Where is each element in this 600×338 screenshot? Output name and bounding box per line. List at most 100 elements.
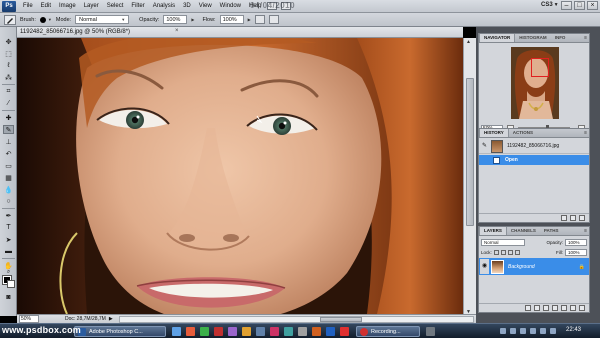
menu-layer[interactable]: Layer [80,3,103,9]
taskbar-recording[interactable]: Recording... [356,326,420,337]
menu-edit[interactable]: Edit [37,3,55,9]
menu-file[interactable]: File [19,3,37,9]
menu-analysis[interactable]: Analysis [149,3,179,9]
minimize-button[interactable]: – [561,1,572,10]
tray-icon[interactable] [540,328,546,334]
tab-layers[interactable]: Layers [479,227,507,235]
lock-position-icon[interactable] [507,249,513,255]
network-icon[interactable] [500,328,506,334]
vertical-scrollbar[interactable]: ▲ ▼ [463,38,476,316]
maximize-button[interactable]: □ [574,1,585,10]
tab-channels[interactable]: Channels [507,227,540,235]
tool-preset-picker[interactable] [4,14,16,25]
app-icon[interactable] [270,327,279,336]
tab-actions[interactable]: Actions [509,129,537,137]
taskbar-photoshop[interactable]: Adobe Photoshop C... [74,326,166,337]
lock-all-icon[interactable] [514,249,520,255]
app-icon[interactable] [312,327,321,336]
fill-field[interactable]: 100% [565,248,587,256]
eyedropper-tool-icon[interactable]: ⁄ [3,99,14,108]
lock-pixels-icon[interactable] [500,249,506,255]
tab-paths[interactable]: Paths [540,227,563,235]
chevron-down-icon[interactable]: ▼ [48,17,52,22]
history-brush-tool-icon[interactable]: ↶ [3,149,14,158]
layer-opacity-field[interactable]: 100% [565,238,587,246]
gradient-tool-icon[interactable]: ▦ [3,173,14,182]
tab-info[interactable]: Info [551,34,570,42]
brush-preset-icon[interactable] [39,16,46,23]
adjustment-layer-icon[interactable] [552,305,558,311]
tray-icon[interactable] [520,328,526,334]
brush-tool-icon[interactable]: ✎ [3,125,14,134]
healing-brush-tool-icon[interactable]: ✚ [3,113,14,122]
app-icon[interactable] [298,327,307,336]
lasso-tool-icon[interactable]: ℓ [3,61,14,70]
navigator-thumbnail[interactable] [511,47,559,119]
system-clock[interactable]: 22:43 [566,327,581,333]
navigator-view-box[interactable] [531,58,549,77]
volume-icon[interactable] [510,328,516,334]
horizontal-scrollbar[interactable] [118,315,474,323]
tray-icon[interactable] [530,328,536,334]
layer-mask-icon[interactable] [543,305,549,311]
layer-row-background[interactable]: ◉ Background 🔒 [479,258,589,275]
opacity-field[interactable]: 100% [163,15,188,24]
menu-window[interactable]: Window [216,3,245,9]
chevron-right-icon[interactable]: ▶ [191,17,194,22]
path-selection-tool-icon[interactable]: ➤ [3,235,14,244]
zoom-level-field[interactable]: 50% [19,315,39,323]
quick-mask-icon[interactable]: ◙ [3,293,14,302]
tab-navigator[interactable]: Navigator [479,34,516,42]
workspace-switcher[interactable]: CS3▼ [541,2,559,8]
mode-select[interactable]: Normal ▼ [75,15,130,24]
app-icon[interactable] [426,327,435,336]
menu-filter[interactable]: Filter [127,3,148,9]
history-state-open[interactable]: Open [479,155,589,165]
move-tool-icon[interactable]: ✥ [3,37,14,46]
chevron-right-icon[interactable]: ▶ [248,17,251,22]
crop-tool-icon[interactable]: ⌗ [3,87,14,96]
scroll-thumb[interactable] [466,78,474,226]
tab-histogram[interactable]: Histogram [515,34,550,42]
link-layers-icon[interactable] [525,305,531,311]
trash-icon[interactable] [579,305,585,311]
lock-transparency-icon[interactable] [493,249,499,255]
eraser-tool-icon[interactable]: ▭ [3,161,14,170]
menu-select[interactable]: Select [103,3,128,9]
panel-menu-icon[interactable]: ≡ [584,228,587,234]
new-group-icon[interactable] [561,305,567,311]
background-color-swatch[interactable] [7,280,15,288]
document-canvas[interactable] [17,38,463,314]
app-icon[interactable] [228,327,237,336]
magic-wand-tool-icon[interactable]: ⁂ [3,73,14,82]
close-button[interactable]: × [587,1,598,10]
app-icon[interactable] [172,327,181,336]
menu-3d[interactable]: 3D [179,3,195,9]
app-icon[interactable] [326,327,335,336]
new-document-from-state-icon[interactable] [561,215,567,221]
trash-icon[interactable] [579,215,585,221]
flow-field[interactable]: 100% [219,15,244,24]
new-layer-icon[interactable] [570,305,576,311]
tab-history[interactable]: History [479,129,509,137]
panel-menu-icon[interactable]: ≡ [584,130,587,136]
app-icon[interactable] [242,327,251,336]
app-icon[interactable] [214,327,223,336]
blur-tool-icon[interactable]: 💧 [3,185,14,194]
type-tool-icon[interactable]: T [3,223,14,232]
close-icon[interactable]: × [175,28,179,34]
shape-tool-icon[interactable]: ▬ [3,247,14,256]
layer-style-icon[interactable] [534,305,540,311]
clone-stamp-tool-icon[interactable]: ⊥ [3,137,14,146]
marquee-tool-icon[interactable]: ⬚ [3,49,14,58]
visibility-eye-icon[interactable]: ◉ [480,259,489,274]
app-icon[interactable] [340,327,349,336]
panel-menu-icon[interactable]: ≡ [584,35,587,41]
scroll-thumb[interactable] [319,316,362,322]
document-tab[interactable]: 1192482_85066716.jpg @ 50% (RGB/8*) × [17,27,463,38]
zoom-tool-icon[interactable]: ⌕ [3,269,14,275]
blend-mode-select[interactable]: Normal [481,238,525,246]
app-icon[interactable] [256,327,265,336]
tray-icon[interactable] [550,328,556,334]
app-icon[interactable] [200,327,209,336]
